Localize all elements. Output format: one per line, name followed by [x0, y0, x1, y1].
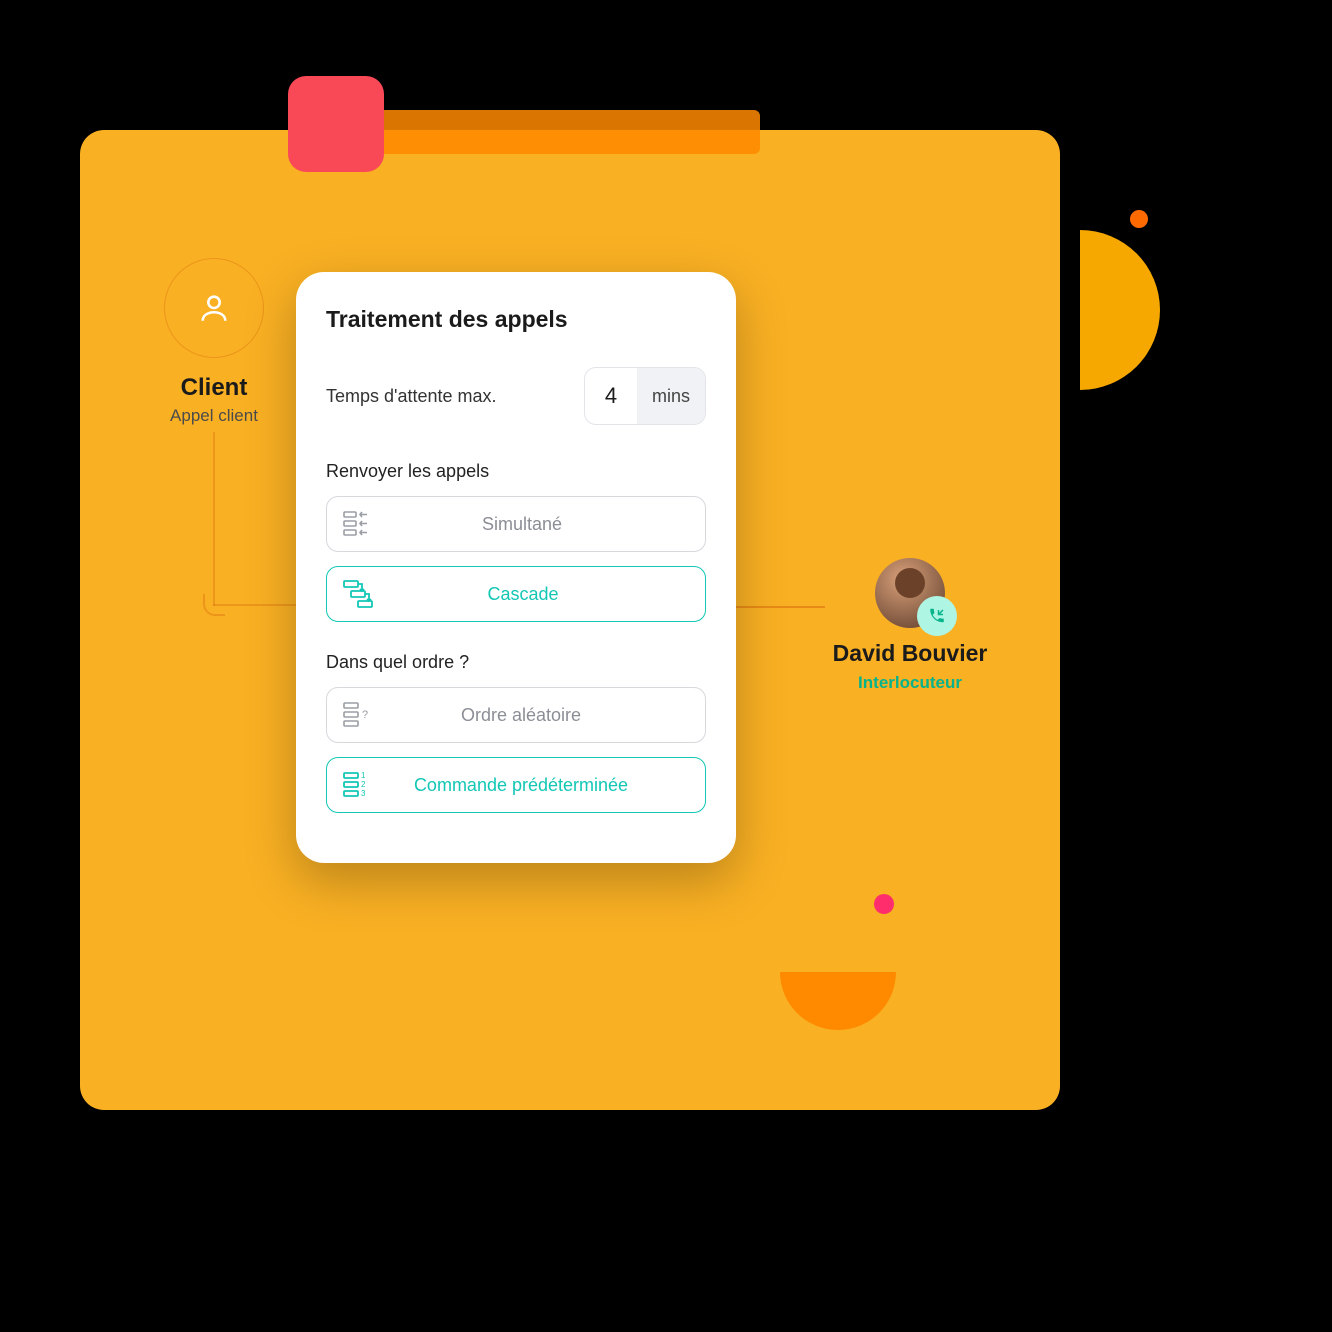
- option-predetermined-order-label: Commande prédéterminée: [353, 775, 689, 796]
- decorative-bar: [320, 110, 760, 154]
- forward-group: Renvoyer les appels Simultané Cascade: [326, 461, 706, 622]
- contact-node: David Bouvier Interlocuteur: [800, 558, 1020, 693]
- decorative-dot-bottom: [874, 894, 894, 914]
- client-title: Client: [124, 374, 304, 402]
- client-subtitle: Appel client: [124, 406, 304, 426]
- option-cascade-label: Cascade: [357, 584, 689, 605]
- max-wait-row: Temps d'attente max. 4 mins: [326, 367, 706, 425]
- max-wait-unit: mins: [637, 368, 705, 424]
- client-avatar-circle: [164, 258, 264, 358]
- option-cascade[interactable]: Cascade: [326, 566, 706, 622]
- decorative-dot-top-right: [1130, 210, 1148, 228]
- option-random-order[interactable]: ? Ordre aléatoire: [326, 687, 706, 743]
- connector-vertical: [213, 432, 215, 606]
- client-node: Client Appel client: [124, 258, 304, 426]
- call-handling-card: Traitement des appels Temps d'attente ma…: [296, 272, 736, 863]
- option-simultaneous[interactable]: Simultané: [326, 496, 706, 552]
- card-title: Traitement des appels: [326, 306, 706, 333]
- order-label: Dans quel ordre ?: [326, 652, 706, 673]
- decorative-square: [288, 76, 384, 172]
- max-wait-field[interactable]: 4 mins: [584, 367, 706, 425]
- option-random-order-label: Ordre aléatoire: [353, 705, 689, 726]
- option-simultaneous-label: Simultané: [355, 514, 689, 535]
- user-icon: [197, 291, 231, 325]
- max-wait-value[interactable]: 4: [585, 368, 637, 424]
- option-predetermined-order[interactable]: 1 2 3 Commande prédéterminée: [326, 757, 706, 813]
- contact-role: Interlocuteur: [800, 673, 1020, 693]
- forward-label: Renvoyer les appels: [326, 461, 706, 482]
- order-group: Dans quel ordre ? ? Ordre aléatoire 1 2 …: [326, 652, 706, 813]
- incoming-call-badge: [917, 596, 957, 636]
- max-wait-label: Temps d'attente max.: [326, 386, 497, 407]
- contact-avatar: [875, 558, 945, 628]
- contact-name: David Bouvier: [800, 640, 1020, 667]
- phone-incoming-icon: [928, 607, 946, 625]
